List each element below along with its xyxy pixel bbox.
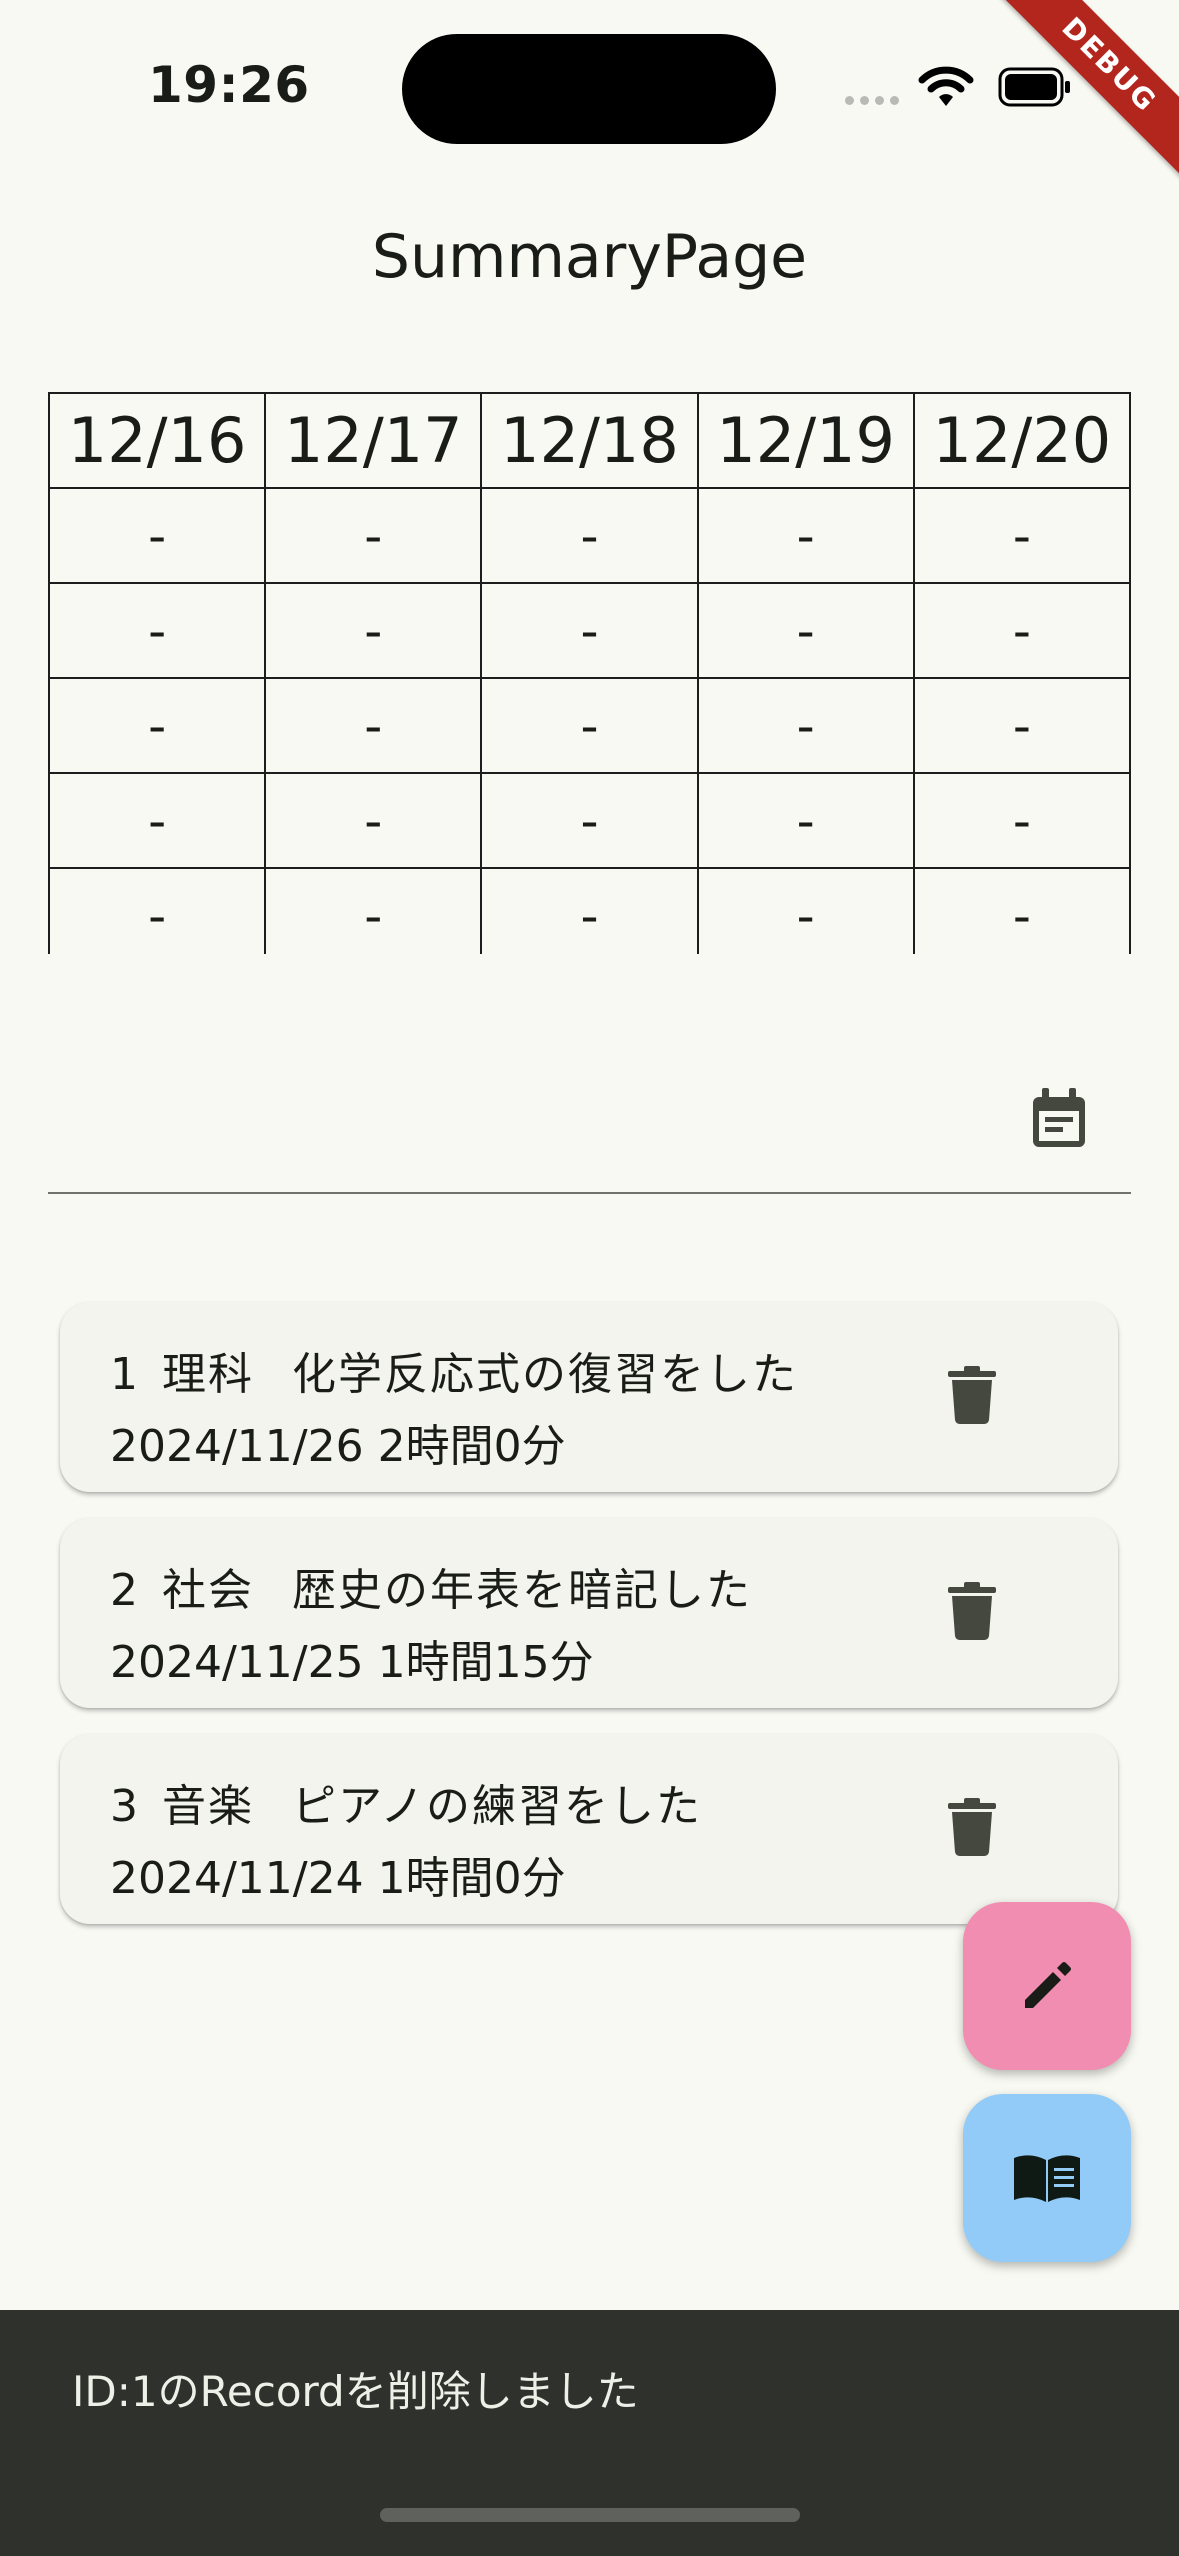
table-cell: - xyxy=(48,487,267,584)
table-cell: - xyxy=(912,867,1131,954)
table-row: - - - - - xyxy=(48,677,1131,774)
record-id: 2 xyxy=(110,1565,140,1616)
table-header-cell: 12/17 xyxy=(264,392,483,489)
table-row: - - - - - xyxy=(48,867,1131,954)
status-time: 19:26 xyxy=(148,56,310,114)
table-row: - - - - - xyxy=(48,582,1131,679)
table-header-cell: 12/19 xyxy=(696,392,915,489)
table-cell: - xyxy=(480,677,699,774)
calendar-icon[interactable] xyxy=(1030,1088,1088,1150)
record-id: 1 xyxy=(110,1349,140,1400)
record-date: 2024/11/26 xyxy=(110,1421,364,1472)
table-cell: - xyxy=(912,772,1131,869)
signal-icon xyxy=(845,96,899,105)
record-subject: 音楽 xyxy=(162,1781,254,1832)
table-row: - - - - - xyxy=(48,772,1131,869)
table-cell: - xyxy=(696,582,915,679)
date-input-field[interactable] xyxy=(48,1020,1131,1194)
record-date: 2024/11/24 xyxy=(110,1853,364,1904)
table-cell: - xyxy=(48,677,267,774)
snackbar-message: ID:1のRecordを削除しました xyxy=(72,2367,639,2416)
table-header-cell: 12/18 xyxy=(480,392,699,489)
summary-table: 12/16 12/17 12/18 12/19 12/20 - - - - - … xyxy=(48,392,1131,954)
record-duration: 1時間0分 xyxy=(377,1853,566,1904)
table-row: - - - - - xyxy=(48,487,1131,584)
delete-icon[interactable] xyxy=(948,1366,996,1424)
table-cell: - xyxy=(48,772,267,869)
wifi-icon xyxy=(918,66,974,106)
debug-banner: DEBUG xyxy=(955,0,1179,219)
book-icon xyxy=(1014,2155,1080,2202)
table-header-cell: 12/20 xyxy=(912,392,1131,489)
table-cell: - xyxy=(480,867,699,954)
record-duration: 1時間15分 xyxy=(377,1637,594,1688)
record-subject: 理科 xyxy=(162,1349,254,1400)
table-cell: - xyxy=(48,867,267,954)
record-content: ピアノの練習をした xyxy=(292,1781,703,1832)
home-indicator[interactable] xyxy=(380,2508,800,2522)
delete-icon[interactable] xyxy=(948,1582,996,1640)
pencil-icon xyxy=(1025,1962,1071,2008)
list-item[interactable]: 3 音楽 ピアノの練習をした 2024/11/24 1時間0分 xyxy=(60,1734,1118,1924)
table-cell: - xyxy=(912,582,1131,679)
table-header-cell: 12/16 xyxy=(48,392,267,489)
dynamic-island xyxy=(402,34,776,144)
table-cell: - xyxy=(912,487,1131,584)
table-cell: - xyxy=(264,772,483,869)
battery-icon xyxy=(998,67,1070,107)
book-fab-button[interactable] xyxy=(963,2094,1131,2262)
table-cell: - xyxy=(48,582,267,679)
table-cell: - xyxy=(264,487,483,584)
delete-icon[interactable] xyxy=(948,1798,996,1856)
table-cell: - xyxy=(912,677,1131,774)
table-cell: - xyxy=(480,582,699,679)
summary-table-scroll[interactable]: 12/16 12/17 12/18 12/19 12/20 - - - - - … xyxy=(48,392,1131,954)
edit-fab-button[interactable] xyxy=(963,1902,1131,2070)
table-cell: - xyxy=(480,772,699,869)
record-id: 3 xyxy=(110,1781,140,1832)
table-cell: - xyxy=(264,582,483,679)
table-cell: - xyxy=(264,867,483,954)
record-content: 化学反応式の復習をした xyxy=(292,1349,798,1400)
list-item[interactable]: 1 理科 化学反応式の復習をした 2024/11/26 2時間0分 xyxy=(60,1302,1118,1492)
table-header-row: 12/16 12/17 12/18 12/19 12/20 xyxy=(48,392,1131,489)
table-cell: - xyxy=(696,677,915,774)
table-cell: - xyxy=(480,487,699,584)
table-cell: - xyxy=(696,867,915,954)
record-subject: 社会 xyxy=(162,1565,254,1616)
page-title: SummaryPage xyxy=(371,222,808,292)
table-cell: - xyxy=(696,772,915,869)
table-cell: - xyxy=(264,677,483,774)
record-content: 歴史の年表を暗記した xyxy=(292,1565,752,1616)
table-cell: - xyxy=(696,487,915,584)
list-item[interactable]: 2 社会 歴史の年表を暗記した 2024/11/25 1時間15分 xyxy=(60,1518,1118,1708)
record-duration: 2時間0分 xyxy=(377,1421,566,1472)
record-date: 2024/11/25 xyxy=(110,1637,364,1688)
